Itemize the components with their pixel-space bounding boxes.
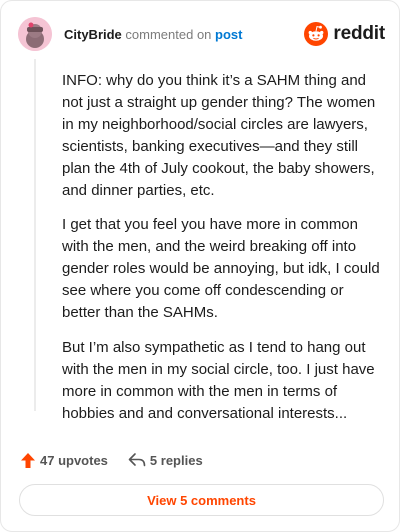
reply-count: 5 replies — [149, 452, 203, 468]
avatar[interactable] — [18, 17, 52, 51]
comment-body: INFO: why do you think it’s a SAHM thing… — [62, 70, 380, 438]
comment-card: CityBride commented on post reddit INFO:… — [0, 0, 400, 532]
comment-header: CityBride commented on post reddit — [18, 16, 385, 52]
thread-line[interactable] — [34, 59, 36, 411]
comment-paragraph: But I’m also sympathetic as I tend to ha… — [62, 338, 375, 422]
action-text: commented on — [125, 26, 212, 42]
comment-paragraph: I get that you feel you have more in com… — [62, 216, 380, 322]
comment-paragraph: INFO: why do you think it’s a SAHM thing… — [62, 72, 376, 199]
avatar-icon — [18, 17, 52, 51]
username[interactable]: CityBride — [64, 27, 122, 42]
reddit-logo-icon — [304, 22, 329, 46]
upvote-count: 47 upvotes — [40, 452, 108, 468]
upvote-arrow-icon — [21, 452, 35, 468]
reply-arrow-icon — [128, 453, 146, 467]
view-comments-button[interactable]: View 5 comments — [19, 484, 384, 516]
reddit-brand[interactable]: reddit — [304, 22, 385, 46]
byline: CityBride commented on post — [64, 27, 243, 42]
post-link[interactable]: post — [215, 27, 242, 42]
upvote-button[interactable]: 47 upvotes — [20, 452, 108, 469]
brand-wordmark: reddit — [333, 23, 385, 44]
comment-actions: 47 upvotes 5 replies — [20, 447, 223, 473]
replies-button[interactable]: 5 replies — [128, 452, 203, 468]
